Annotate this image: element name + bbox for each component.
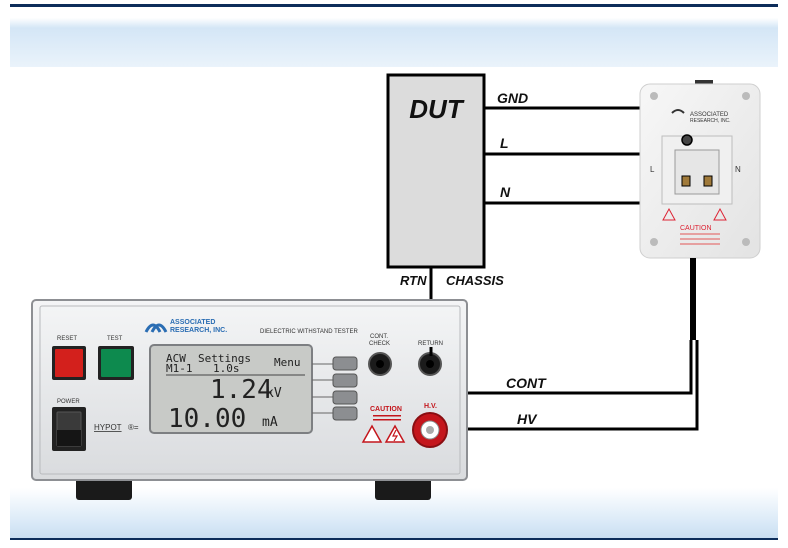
lcd-current-unit: mA — [262, 415, 278, 430]
reset-label: RESET — [57, 336, 77, 342]
chassis-label: CHASSIS — [446, 273, 504, 288]
dut-box: DUT — [386, 73, 486, 269]
wiring-diagram: DUT GND L N RTN CHASSIS ASSOCIATED RESEA… — [31, 73, 761, 500]
model-title: DIELECTRIC WITHSTAND TESTER — [260, 329, 358, 335]
lcd-voltage-unit: kV — [266, 386, 282, 401]
brand-line-2: RESEARCH, INC. — [170, 327, 227, 334]
diagram-canvas: DUT GND L N RTN CHASSIS ASSOCIATED RESEA… — [0, 0, 788, 548]
lcd-voltage: 1.24 — [210, 375, 273, 405]
test-label: TEST — [107, 336, 123, 342]
outlet-n-mark: N — [735, 165, 741, 174]
gnd-label: GND — [497, 90, 528, 106]
hv-terminal-label: H.V. — [424, 403, 437, 410]
hv-label: HV — [517, 411, 538, 427]
rtn-label: RTN — [400, 273, 427, 288]
cont-check-label-1: CONT. — [370, 334, 388, 340]
outlet-l-mark: L — [650, 165, 655, 174]
softkey-4[interactable] — [332, 406, 358, 421]
outlet-brand-2: RESEARCH, INC. — [690, 118, 731, 124]
l-terminal — [681, 175, 691, 187]
hypot-label: HYPOT — [94, 423, 122, 432]
outlet-caution: CAUTION — [680, 225, 712, 232]
n-terminal — [703, 175, 713, 187]
softkey-3[interactable] — [332, 390, 358, 405]
test-button[interactable] — [101, 349, 131, 377]
brand-line-1: ASSOCIATED — [170, 319, 215, 326]
lcd-menu: Menu — [274, 356, 301, 369]
reset-button[interactable] — [55, 349, 83, 377]
tester-unit: ASSOCIATED RESEARCH, INC. DIELECTRIC WIT… — [31, 299, 468, 500]
lcd-current: 10.00 — [168, 404, 246, 434]
dut-title: DUT — [409, 94, 465, 124]
return-label: RETURN — [418, 341, 443, 347]
n-label: N — [500, 184, 511, 200]
l-label: L — [500, 135, 509, 151]
svg-text:®=: ®= — [128, 423, 139, 432]
gnd-terminal — [681, 134, 693, 146]
cont-label: CONT — [506, 375, 547, 391]
softkey-2[interactable] — [332, 373, 358, 388]
outlet-box: ASSOCIATED RESEARCH, INC. L N CAUTION — [639, 80, 761, 259]
power-label: POWER — [57, 399, 80, 405]
caution-label: CAUTION — [370, 406, 402, 413]
lcd-memory: M1-1 — [166, 362, 193, 375]
cont-check-label-2: CHECK — [369, 341, 390, 347]
lcd-time: 1.0s — [213, 362, 240, 375]
softkey-1[interactable] — [332, 356, 358, 371]
